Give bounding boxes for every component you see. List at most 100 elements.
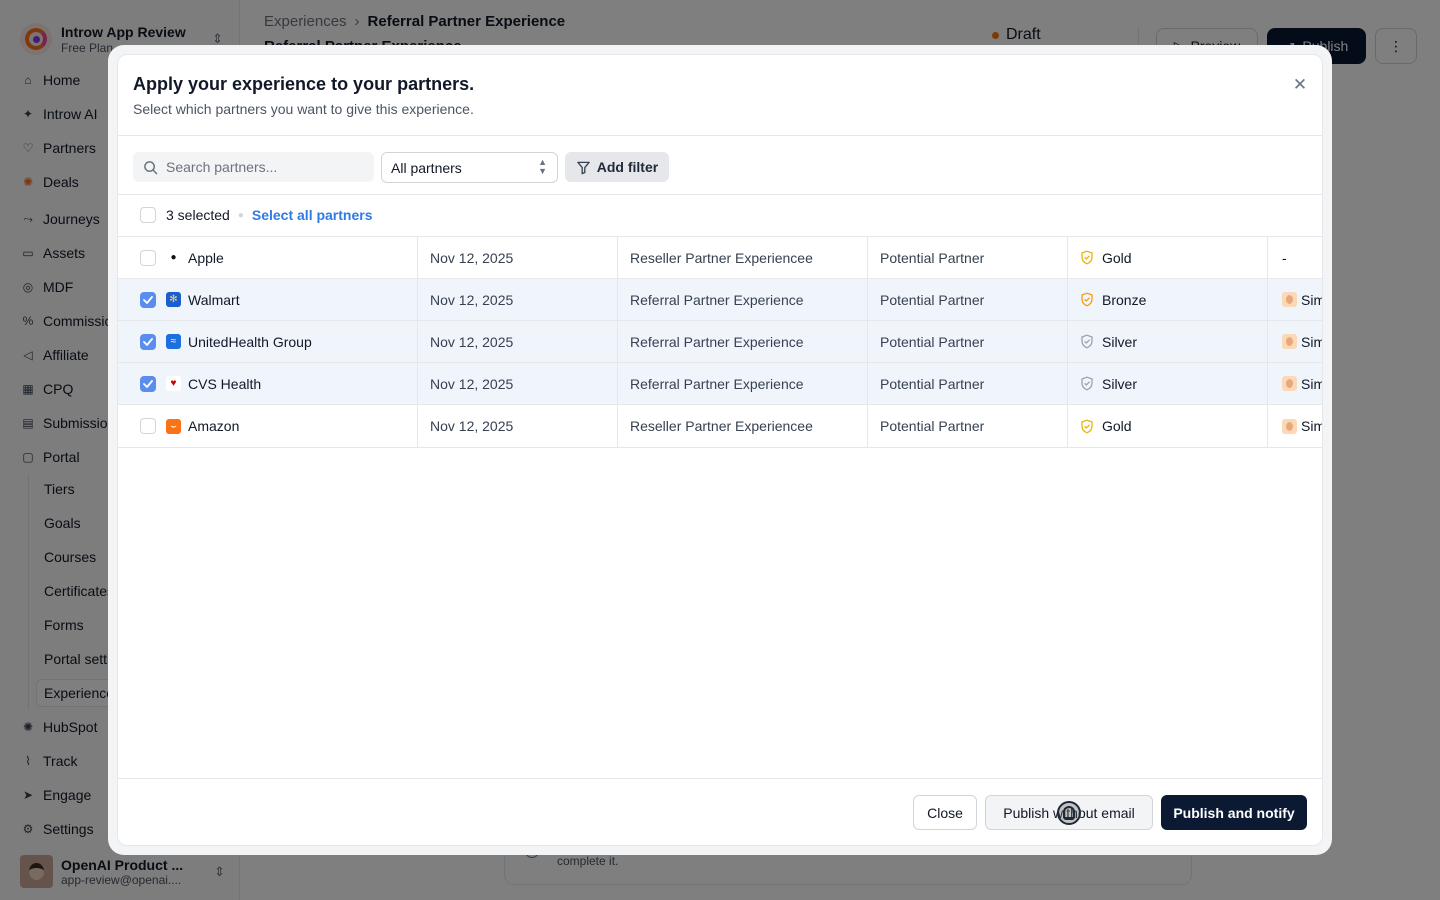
date-cell: Nov 12, 2025 [418, 279, 618, 320]
partner-name: CVS Health [188, 375, 262, 392]
tier-value: Silver [1102, 375, 1138, 392]
partner-type-cell: Potential Partner [868, 363, 1068, 404]
add-filter-button[interactable]: Add filter [565, 152, 669, 182]
tier-value: Bronze [1102, 291, 1147, 308]
search-field[interactable] [133, 152, 374, 182]
owner-value: - [1282, 249, 1287, 266]
partner-filter-select[interactable]: All partners ▲ ▼ [381, 152, 558, 183]
partner-name: UnitedHealth Group [188, 333, 312, 350]
apply-experience-modal: Apply your experience to your partners. … [117, 54, 1323, 846]
tier-value: Gold [1102, 249, 1132, 266]
table-row[interactable]: ≈ UnitedHealth Group Nov 12, 2025 Referral … [118, 321, 1323, 363]
partner-type-cell: Potential Partner [868, 405, 1068, 447]
mouse-cursor-icon [1057, 801, 1081, 825]
owner-cell: Sim [1268, 363, 1323, 404]
tier-cell: Bronze [1068, 279, 1268, 320]
owner-cell: Sim [1268, 405, 1323, 447]
partner-type-cell: Potential Partner [868, 321, 1068, 362]
shield-icon [1081, 376, 1093, 391]
tier-cell: Gold [1068, 405, 1268, 447]
date-value: Nov 12, 2025 [430, 375, 514, 392]
shield-icon [1081, 419, 1093, 433]
partner-type-value: Potential Partner [880, 333, 985, 350]
owner-value: Sim [1301, 333, 1323, 350]
owner-value: Sim [1301, 375, 1323, 392]
date-value: Nov 12, 2025 [430, 418, 514, 434]
owner-avatar [1282, 334, 1297, 349]
walmart-logo-icon: ✻ [166, 292, 181, 307]
row-checkbox[interactable] [140, 375, 156, 392]
date-value: Nov 12, 2025 [430, 249, 514, 266]
owner-cell: Sim [1268, 279, 1323, 320]
row-checkbox[interactable] [140, 291, 156, 308]
partner-cell: ≈ UnitedHealth Group [118, 321, 418, 362]
select-all-partners-link[interactable]: Select all partners [252, 207, 373, 223]
tier-cell: Silver [1068, 363, 1268, 404]
date-value: Nov 12, 2025 [430, 291, 514, 308]
date-cell: Nov 12, 2025 [418, 405, 618, 447]
partners-table: ● Apple Nov 12, 2025 Reseller Partner Exper… [118, 236, 1323, 448]
modal-title: Apply your experience to your partners. [133, 74, 475, 94]
partner-name: Apple [188, 249, 224, 266]
owner-value: Sim [1301, 418, 1323, 434]
tier-cell: Silver [1068, 321, 1268, 362]
modal-subtitle: Select which partners you want to give t… [133, 101, 474, 117]
close-button[interactable]: Close [913, 795, 977, 830]
unitedhealth-logo-icon: ≈ [166, 334, 181, 349]
close-icon[interactable]: ✕ [1292, 75, 1308, 95]
divider [118, 194, 1322, 195]
publish-and-notify-button[interactable]: Publish and notify [1161, 795, 1307, 830]
partner-type-value: Potential Partner [880, 291, 985, 308]
experience-value: Referral Partner Experience [630, 375, 804, 392]
owner-avatar [1282, 418, 1297, 434]
partner-type-value: Potential Partner [880, 418, 985, 434]
partner-type-value: Potential Partner [880, 249, 985, 266]
partner-cell: ⌣ Amazon [118, 405, 418, 447]
search-input[interactable] [166, 159, 366, 175]
table-row[interactable]: ✻ Walmart Nov 12, 2025 Referral Partner Exp… [118, 279, 1323, 321]
table-row[interactable]: ● Apple Nov 12, 2025 Reseller Partner Exper… [118, 237, 1322, 279]
apple-logo-icon: ● [166, 250, 181, 265]
partner-type-cell: Potential Partner [868, 279, 1068, 320]
date-cell: Nov 12, 2025 [418, 363, 618, 404]
experience-cell: Referral Partner Experience [618, 279, 868, 320]
select-all-checkbox[interactable] [140, 207, 156, 223]
owner-avatar [1282, 292, 1297, 307]
experience-cell: Reseller Partner Experiencee [618, 237, 868, 278]
experience-cell: Referral Partner Experience [618, 321, 868, 362]
partner-cell: ✻ Walmart [118, 279, 418, 320]
filter-icon [576, 161, 590, 174]
date-cell: Nov 12, 2025 [418, 321, 618, 362]
partner-name: Amazon [188, 418, 240, 434]
shield-icon [1081, 334, 1093, 349]
partner-name: Walmart [188, 291, 240, 308]
owner-cell: - [1268, 237, 1322, 278]
partner-type-cell: Potential Partner [868, 237, 1068, 278]
table-row[interactable]: ♥ CVS Health Nov 12, 2025 Referral Partner … [118, 363, 1323, 405]
row-checkbox[interactable] [140, 333, 156, 350]
row-checkbox[interactable] [140, 418, 156, 434]
shield-icon [1081, 292, 1093, 307]
experience-value: Reseller Partner Experiencee [630, 249, 813, 266]
date-value: Nov 12, 2025 [430, 333, 514, 350]
amazon-logo-icon: ⌣ [166, 418, 181, 434]
selected-count: 3 selected [166, 207, 230, 223]
owner-value: Sim [1301, 291, 1323, 308]
shield-icon [1081, 250, 1093, 265]
chevron-up-down-icon: ▲ ▼ [538, 157, 547, 176]
table-row[interactable]: ⌣ Amazon Nov 12, 2025 Reseller Partner Expe… [118, 405, 1323, 448]
experience-value: Reseller Partner Experiencee [630, 418, 813, 434]
separator-dot: ● [237, 209, 244, 221]
partner-filter-value: All partners [391, 159, 462, 176]
owner-cell: Sim [1268, 321, 1323, 362]
selection-bar: 3 selected ● Select all partners [140, 207, 373, 223]
divider [118, 135, 1322, 136]
date-cell: Nov 12, 2025 [418, 237, 618, 278]
partner-type-value: Potential Partner [880, 375, 985, 392]
experience-cell: Referral Partner Experience [618, 363, 868, 404]
row-checkbox[interactable] [140, 249, 156, 266]
tier-cell: Gold [1068, 237, 1268, 278]
cvs-logo-icon: ♥ [166, 376, 181, 391]
tier-value: Gold [1102, 418, 1132, 434]
tier-value: Silver [1102, 333, 1138, 350]
